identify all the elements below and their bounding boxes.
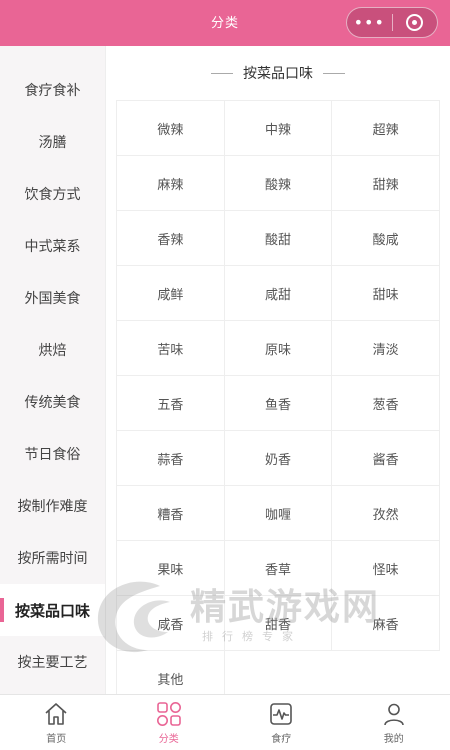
navigation-bar: 分类 ••• bbox=[0, 0, 450, 46]
tab-profile[interactable]: 我的 bbox=[338, 695, 450, 750]
grid-item[interactable]: 酸甜 bbox=[224, 211, 333, 266]
section-header: 按菜品口味 bbox=[106, 46, 450, 100]
grid-item[interactable]: 其他 bbox=[117, 651, 225, 694]
grid-item[interactable]: 酱香 bbox=[332, 431, 440, 486]
grid-item[interactable]: 咖喱 bbox=[224, 486, 333, 541]
sidebar-item-label: 传统美食 bbox=[24, 395, 81, 411]
grid-item[interactable]: 五香 bbox=[117, 376, 225, 431]
home-icon bbox=[45, 703, 67, 725]
grid-item[interactable]: 孜然 bbox=[332, 486, 440, 541]
section-title: 按菜品口味 bbox=[243, 66, 313, 82]
sidebar-item-traditional-food[interactable]: 传统美食 bbox=[0, 376, 105, 428]
sidebar-item-label: 按所需时间 bbox=[17, 551, 88, 567]
taste-grid: 微辣 中辣 超辣 麻辣 酸辣 甜辣 香辣 酸甜 酸咸 咸鲜 咸甜 甜味 苦味 原… bbox=[116, 100, 440, 694]
grid-item[interactable]: 咸甜 bbox=[224, 266, 333, 321]
health-icon bbox=[270, 703, 293, 725]
sidebar-item-eating-style[interactable]: 饮食方式 bbox=[0, 168, 105, 220]
grid-item[interactable]: 咸鲜 bbox=[117, 266, 225, 321]
grid-item[interactable]: 麻香 bbox=[332, 596, 440, 651]
sidebar-item-label: 中式菜系 bbox=[24, 239, 81, 255]
sidebar-item-label: 按主要工艺 bbox=[17, 655, 88, 671]
sidebar-item-label: 烘焙 bbox=[38, 343, 67, 359]
grid-item[interactable]: 怪味 bbox=[332, 541, 440, 596]
tab-home[interactable]: 首页 bbox=[0, 695, 113, 750]
category-icon bbox=[156, 702, 181, 726]
grid-item[interactable]: 中辣 bbox=[224, 101, 333, 156]
sidebar-item-label: 外国美食 bbox=[24, 291, 81, 307]
grid-item[interactable]: 酸辣 bbox=[224, 156, 333, 211]
sidebar-item-label: 按制作难度 bbox=[17, 499, 88, 515]
tab-label: 我的 bbox=[383, 734, 404, 745]
sidebar-item-baking[interactable]: 烘焙 bbox=[0, 324, 105, 376]
grid-item[interactable]: 酸咸 bbox=[332, 211, 440, 266]
grid-item[interactable]: 甜香 bbox=[224, 596, 333, 651]
sidebar-item-by-technique[interactable]: 按主要工艺 bbox=[0, 636, 105, 688]
grid-item[interactable]: 原味 bbox=[224, 321, 333, 376]
user-icon bbox=[383, 703, 404, 726]
divider bbox=[323, 72, 345, 74]
sidebar-item-festival-customs[interactable]: 节日食俗 bbox=[0, 428, 105, 480]
close-icon[interactable] bbox=[392, 14, 437, 31]
sidebar-item-label: 按菜品口味 bbox=[14, 601, 90, 620]
grid-item[interactable]: 糟香 bbox=[117, 486, 225, 541]
category-sidebar: 食疗食补 汤膳 饮食方式 中式菜系 外国美食 烘焙 传统美食 节日食俗 按制作难… bbox=[0, 46, 106, 694]
sidebar-item-label: 饮食方式 bbox=[24, 187, 81, 203]
grid-item[interactable]: 超辣 bbox=[332, 101, 440, 156]
tab-label: 首页 bbox=[46, 734, 67, 745]
grid-item[interactable]: 麻辣 bbox=[117, 156, 225, 211]
grid-item[interactable]: 香辣 bbox=[117, 211, 225, 266]
tab-label: 食疗 bbox=[271, 734, 292, 745]
grid-item[interactable]: 葱香 bbox=[332, 376, 440, 431]
grid-item[interactable]: 苦味 bbox=[117, 321, 225, 376]
grid-item[interactable]: 香草 bbox=[224, 541, 333, 596]
grid-item[interactable]: 鱼香 bbox=[224, 376, 333, 431]
tab-health[interactable]: 食疗 bbox=[225, 695, 338, 750]
grid-item[interactable]: 甜辣 bbox=[332, 156, 440, 211]
sidebar-item-by-time[interactable]: 按所需时间 bbox=[0, 532, 105, 584]
sidebar-item-by-difficulty[interactable]: 按制作难度 bbox=[0, 480, 105, 532]
sidebar-item-by-taste[interactable]: 按菜品口味 bbox=[0, 584, 105, 636]
sidebar-item-label: 食疗食补 bbox=[24, 83, 81, 99]
tab-label: 分类 bbox=[158, 734, 179, 745]
sidebar-item-diet-therapy[interactable]: 食疗食补 bbox=[0, 64, 105, 116]
grid-item[interactable]: 甜味 bbox=[332, 266, 440, 321]
sidebar-item-label: 汤膳 bbox=[38, 135, 67, 151]
divider bbox=[211, 72, 233, 74]
grid-item[interactable]: 蒜香 bbox=[117, 431, 225, 486]
grid-item[interactable]: 果味 bbox=[117, 541, 225, 596]
grid-item[interactable]: 奶香 bbox=[224, 431, 333, 486]
sidebar-item-chinese-cuisine[interactable]: 中式菜系 bbox=[0, 220, 105, 272]
grid-item[interactable]: 清淡 bbox=[332, 321, 440, 376]
sidebar-item-foreign-food[interactable]: 外国美食 bbox=[0, 272, 105, 324]
mini-program-capsule: ••• bbox=[346, 7, 438, 38]
grid-item[interactable]: 微辣 bbox=[117, 101, 225, 156]
grid-item[interactable]: 咸香 bbox=[117, 596, 225, 651]
more-icon[interactable]: ••• bbox=[347, 14, 392, 30]
sidebar-item-soup[interactable]: 汤膳 bbox=[0, 116, 105, 168]
sidebar-item-label: 节日食俗 bbox=[24, 447, 81, 463]
tab-bar: 首页 分类 食疗 我的 bbox=[0, 694, 450, 750]
tab-category[interactable]: 分类 bbox=[113, 695, 226, 750]
category-content: 按菜品口味 微辣 中辣 超辣 麻辣 酸辣 甜辣 香辣 酸甜 酸咸 咸鲜 咸甜 甜… bbox=[106, 46, 450, 694]
